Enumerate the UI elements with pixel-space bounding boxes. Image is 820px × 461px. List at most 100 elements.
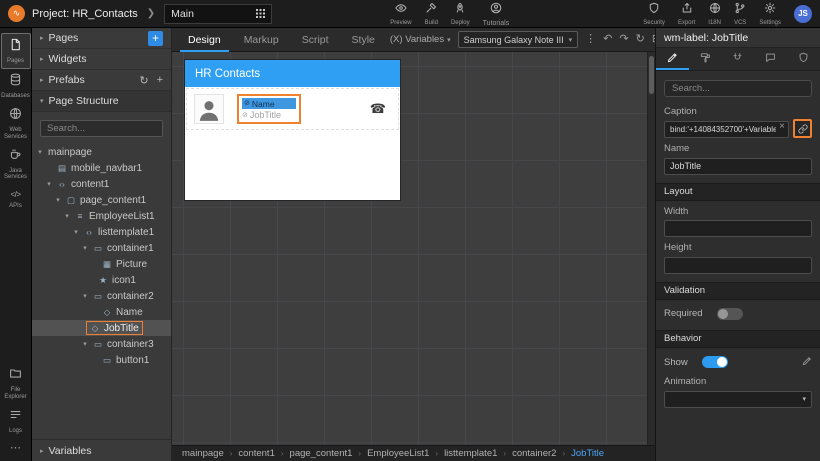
- phone-call-icon[interactable]: ☎: [370, 101, 386, 117]
- tutorials-button[interactable]: Tutorials: [483, 1, 509, 27]
- section-page-structure[interactable]: ▾ Page Structure: [32, 91, 171, 112]
- tab-markup[interactable]: Markup: [236, 28, 287, 52]
- design-canvas[interactable]: HR Contacts ⊘ Name ⊘ JobTitle ☎: [172, 52, 655, 445]
- deploy-button[interactable]: Deploy: [451, 1, 470, 26]
- tree-item-mainpage[interactable]: ▾ mainpage: [32, 144, 171, 160]
- navbar-icon: ▤: [57, 162, 67, 173]
- app-logo-icon[interactable]: ∿: [8, 5, 25, 22]
- tag-icon: ◇: [103, 306, 111, 317]
- tree-search-input[interactable]: [40, 120, 163, 137]
- height-input[interactable]: [664, 256, 812, 274]
- project-title: Project: HR_Contacts: [32, 7, 138, 20]
- rail-item-web-services[interactable]: Web Services: [1, 103, 31, 144]
- variables-dropdown[interactable]: (X) Variables ▾: [390, 34, 451, 45]
- breadcrumb-item-current[interactable]: JobTitle: [571, 448, 604, 459]
- clear-binding-icon[interactable]: ×: [779, 121, 785, 133]
- list-item-template[interactable]: ⊘ Name ⊘ JobTitle ☎: [186, 88, 399, 130]
- breadcrumb-item[interactable]: container2: [512, 448, 556, 459]
- phone-body[interactable]: ⊘ Name ⊘ JobTitle ☎: [185, 88, 400, 201]
- refresh-canvas-icon[interactable]: ↻: [636, 34, 645, 45]
- pages-grid-icon[interactable]: [256, 5, 266, 23]
- breadcrumb-item[interactable]: EmployeeList1: [367, 448, 429, 459]
- add-prefab-button[interactable]: +: [157, 74, 163, 87]
- security-button[interactable]: Security: [643, 1, 665, 26]
- undo-icon[interactable]: ↶: [603, 34, 612, 45]
- rail-item-pages[interactable]: Pages: [0, 33, 31, 69]
- expand-arrow-icon[interactable]: ▾: [81, 292, 89, 300]
- required-toggle-off[interactable]: [716, 307, 743, 320]
- name-input[interactable]: [664, 157, 812, 175]
- device-select[interactable]: Samsung Galaxy Note III ▾: [457, 31, 579, 48]
- tree-item-listtemplate1[interactable]: ▾ ‹› listtemplate1: [32, 224, 171, 240]
- refresh-icon[interactable]: ↻: [139, 74, 148, 87]
- settings-button[interactable]: Settings: [759, 1, 781, 26]
- tab-binding[interactable]: [722, 48, 755, 70]
- selected-widget-outline[interactable]: ⊘ Name ⊘ JobTitle: [237, 94, 301, 124]
- expand-arrow-icon[interactable]: ▾: [81, 244, 89, 252]
- vcs-button[interactable]: VCS: [734, 1, 746, 26]
- expand-arrow-icon[interactable]: ▾: [36, 148, 44, 156]
- width-input[interactable]: [664, 220, 812, 237]
- breadcrumb-item[interactable]: page_content1: [290, 448, 353, 459]
- rail-item-logs[interactable]: Logs: [1, 404, 31, 438]
- build-button[interactable]: Build: [425, 1, 438, 26]
- tab-design[interactable]: Design: [180, 28, 229, 52]
- expand-arrow-icon[interactable]: ▾: [45, 180, 53, 188]
- canvas-scrollbar[interactable]: [647, 52, 655, 445]
- bind-show-icon[interactable]: [802, 356, 812, 369]
- caption-input[interactable]: [664, 121, 789, 138]
- redo-icon[interactable]: ↷: [619, 34, 628, 45]
- picture-widget[interactable]: [194, 94, 224, 124]
- section-widgets[interactable]: ▸ Widgets: [32, 49, 171, 70]
- animation-select[interactable]: ▾: [664, 390, 812, 408]
- tree-item-name[interactable]: ◇ Name: [32, 304, 171, 320]
- preview-button[interactable]: Preview: [390, 1, 412, 26]
- export-button[interactable]: Export: [678, 1, 695, 26]
- breadcrumb-item[interactable]: listtemplate1: [444, 448, 497, 459]
- more-options-icon[interactable]: ⋯: [10, 438, 21, 457]
- tab-security[interactable]: [787, 48, 820, 70]
- rail-item-java-services[interactable]: Java Services: [1, 144, 31, 185]
- expand-arrow-icon[interactable]: ▾: [72, 228, 80, 236]
- mobile-navbar-widget[interactable]: HR Contacts: [185, 60, 400, 87]
- section-pages[interactable]: ▸ Pages +: [32, 28, 171, 49]
- tree-item-page-content1[interactable]: ▾ ▢ page_content1: [32, 192, 171, 208]
- tab-events[interactable]: [754, 48, 787, 70]
- tree-item-mobile-navbar1[interactable]: ▤ mobile_navbar1: [32, 160, 171, 176]
- section-variables[interactable]: ▸ Variables: [32, 439, 171, 461]
- tab-properties[interactable]: [656, 48, 689, 70]
- phone-mockup[interactable]: HR Contacts ⊘ Name ⊘ JobTitle ☎: [185, 60, 400, 200]
- tree-item-container3[interactable]: ▾ ▭ container3: [32, 336, 171, 352]
- properties-search-input[interactable]: [664, 80, 812, 97]
- breadcrumb-item[interactable]: content1: [238, 448, 274, 459]
- page-tab-main[interactable]: Main: [164, 3, 273, 24]
- tree-item-content1[interactable]: ▾ ‹› content1: [32, 176, 171, 192]
- tree-item-employeelist1[interactable]: ▾ ≡ EmployeeList1: [32, 208, 171, 224]
- breadcrumb-item[interactable]: mainpage: [182, 448, 224, 459]
- section-prefabs[interactable]: ▸ Prefabs ↻ +: [32, 70, 171, 91]
- name-label-widget[interactable]: ⊘ Name: [242, 98, 296, 109]
- tree-item-jobtitle-selected[interactable]: ◇ JobTitle: [32, 320, 171, 336]
- rail-item-databases[interactable]: Databases: [1, 69, 31, 103]
- tree-item-icon1[interactable]: ★ icon1: [32, 272, 171, 288]
- i18n-button[interactable]: I18N: [708, 1, 721, 26]
- tree-item-button1[interactable]: ▭ button1: [32, 352, 171, 368]
- kebab-menu-icon[interactable]: ⋮: [585, 34, 596, 45]
- show-toggle-on[interactable]: [701, 356, 728, 368]
- expand-arrow-icon[interactable]: ▾: [54, 196, 62, 204]
- rail-item-apis[interactable]: </> APIs: [1, 184, 31, 213]
- tree-item-container1[interactable]: ▾ ▭ container1: [32, 240, 171, 256]
- expand-arrow-icon[interactable]: ▾: [63, 212, 71, 220]
- user-avatar[interactable]: JS: [794, 4, 812, 23]
- tab-script[interactable]: Script: [294, 28, 337, 52]
- add-page-button[interactable]: +: [148, 30, 163, 46]
- jobtitle-label-widget[interactable]: ⊘ JobTitle: [242, 110, 296, 120]
- tab-style[interactable]: Style: [344, 28, 383, 52]
- bind-property-button[interactable]: [793, 119, 812, 138]
- tree-item-picture[interactable]: ▦ Picture: [32, 256, 171, 272]
- scrollbar-thumb[interactable]: [649, 56, 654, 94]
- rail-item-file-explorer[interactable]: File Explorer: [1, 363, 31, 404]
- tab-styles[interactable]: [689, 48, 722, 70]
- expand-arrow-icon[interactable]: ▾: [81, 340, 89, 348]
- tree-item-container2[interactable]: ▾ ▭ container2: [32, 288, 171, 304]
